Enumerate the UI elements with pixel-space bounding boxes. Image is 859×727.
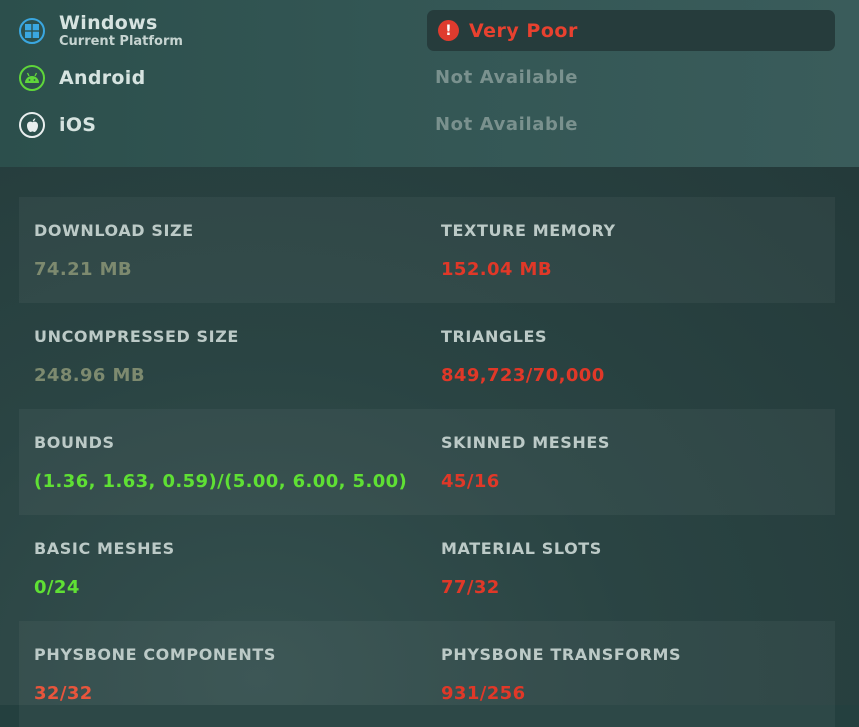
stat-label: DOWNLOAD SIZE	[34, 221, 194, 240]
stat-row: BOUNDS (1.36, 1.63, 0.59)/(5.00, 6.00, 5…	[19, 409, 835, 515]
performance-rating-label: Very Poor	[469, 19, 578, 42]
apple-icon	[19, 112, 45, 138]
stat-label: MATERIAL SLOTS	[441, 539, 602, 558]
alert-icon: !	[438, 20, 459, 41]
platform-name: Android	[59, 67, 146, 89]
android-availability: Not Available	[435, 67, 579, 88]
windows-icon	[19, 17, 45, 44]
stat-row: BASIC MESHES 0/24 MATERIAL SLOTS 77/32	[19, 515, 835, 621]
stat-value: 45/16	[441, 471, 500, 492]
platform-subtitle: Current Platform	[59, 34, 183, 49]
stats-grid: DOWNLOAD SIZE 74.21 MB TEXTURE MEMORY 15…	[19, 197, 835, 727]
stat-value: 74.21 MB	[34, 259, 133, 280]
stat-label: PHYSBONE TRANSFORMS	[441, 645, 682, 664]
stat-value: 0/24	[34, 577, 80, 598]
platform-name: iOS	[59, 114, 97, 136]
stat-label: BOUNDS	[34, 433, 115, 452]
stat-label: SKINNED MESHES	[441, 433, 611, 452]
stat-value: 931/256	[441, 683, 526, 704]
platform-row-windows[interactable]: Windows Current Platform	[19, 12, 183, 49]
stat-row: DOWNLOAD SIZE 74.21 MB TEXTURE MEMORY 15…	[19, 197, 835, 303]
platform-name: Windows	[59, 12, 158, 34]
stat-label: PHYSBONE COMPONENTS	[34, 645, 277, 664]
platform-header: Windows Current Platform Android iOS ! V…	[0, 0, 859, 167]
stat-label: TEXTURE MEMORY	[441, 221, 616, 240]
ios-availability: Not Available	[435, 114, 579, 135]
stat-row: UNCOMPRESSED SIZE 248.96 MB TRIANGLES 84…	[19, 303, 835, 409]
stat-row: PHYSBONE COMPONENTS 32/32 PHYSBONE TRANS…	[19, 621, 835, 727]
stat-value: 849,723/70,000	[441, 365, 605, 386]
stat-value: 32/32	[34, 683, 93, 704]
stat-value: 248.96 MB	[34, 365, 145, 386]
performance-rating-badge: ! Very Poor	[427, 10, 835, 51]
stat-label: UNCOMPRESSED SIZE	[34, 327, 239, 346]
stat-value: (1.36, 1.63, 0.59)/(5.00, 6.00, 5.00)	[34, 471, 408, 492]
stat-value: 77/32	[441, 577, 500, 598]
platform-row-android[interactable]: Android	[19, 65, 145, 91]
stat-label: TRIANGLES	[441, 327, 548, 346]
stat-value: 152.04 MB	[441, 259, 552, 280]
platform-row-ios[interactable]: iOS	[19, 112, 96, 138]
android-icon	[19, 65, 45, 91]
stat-label: BASIC MESHES	[34, 539, 175, 558]
